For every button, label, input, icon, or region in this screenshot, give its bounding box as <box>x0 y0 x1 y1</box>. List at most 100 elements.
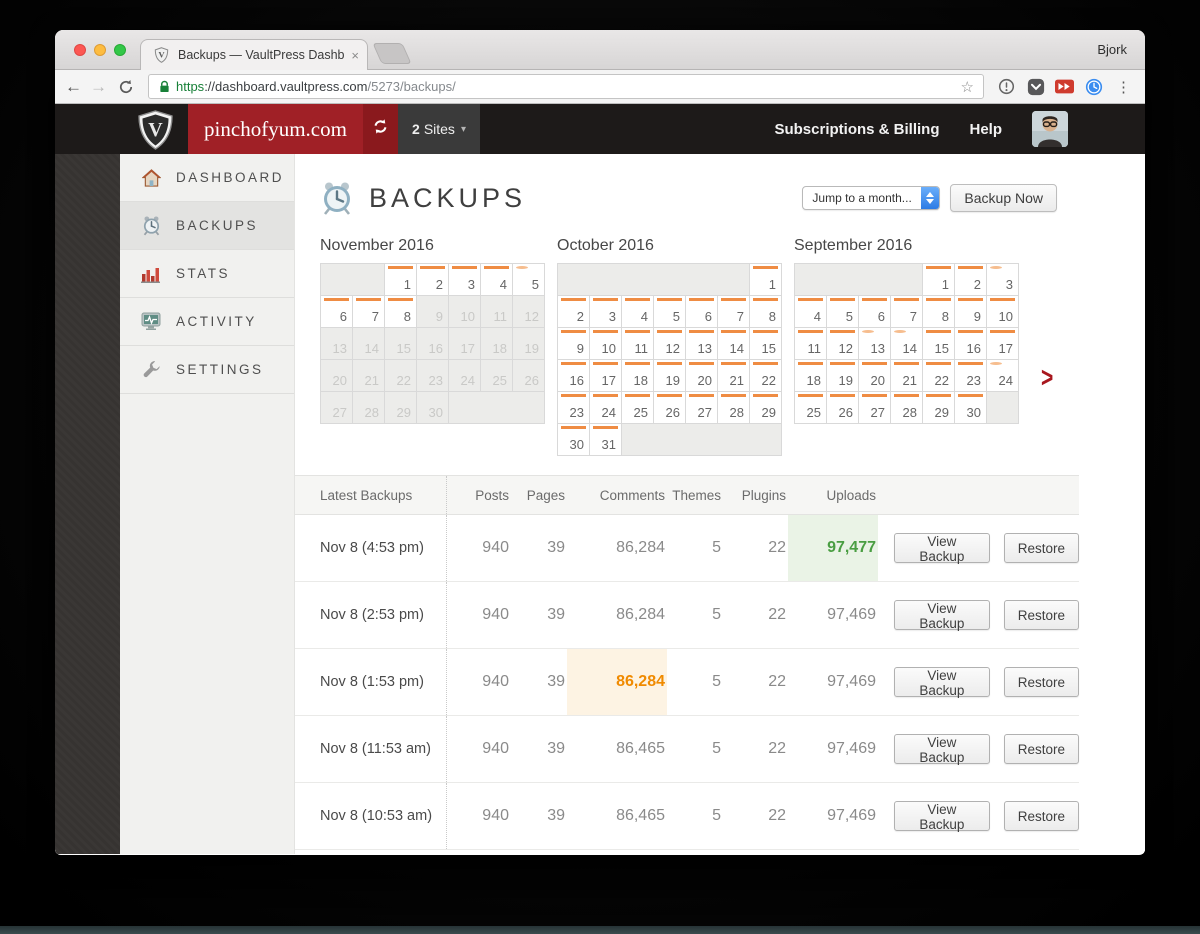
calendar-day-cell[interactable]: 29 <box>923 392 954 423</box>
overflow-menu-icon[interactable]: ⋮ <box>1112 78 1135 96</box>
calendar-day-cell[interactable]: 2 <box>417 264 448 295</box>
reload-icon[interactable] <box>115 76 136 97</box>
view-backup-button[interactable]: View Backup <box>894 667 990 698</box>
backup-now-button[interactable]: Backup Now <box>950 184 1057 212</box>
calendar-day-cell[interactable]: 8 <box>750 296 781 327</box>
calendar-day-cell[interactable]: 15 <box>750 328 781 359</box>
browser-tab[interactable]: V Backups — VaultPress Dashbo × <box>140 39 368 70</box>
calendar-day-cell[interactable]: 13 <box>859 328 890 359</box>
calendar-day-cell[interactable]: 22 <box>750 360 781 391</box>
calendar-day-cell[interactable]: 3 <box>987 264 1018 295</box>
calendar-day-cell[interactable]: 19 <box>654 360 685 391</box>
month-select[interactable]: Jump to a month... <box>802 186 941 210</box>
bookmark-star-icon[interactable]: ☆ <box>961 78 974 96</box>
current-site-button[interactable]: pinchofyum.com <box>188 104 363 154</box>
address-bar[interactable]: https://dashboard.vaultpress.com/5273/ba… <box>148 74 984 99</box>
info-badge-icon[interactable] <box>996 76 1017 97</box>
zoom-window-button[interactable] <box>114 44 126 56</box>
calendar-next-arrow[interactable]: > <box>1041 362 1053 394</box>
calendar-day-cell[interactable]: 29 <box>750 392 781 423</box>
calendar-day-cell[interactable]: 2 <box>955 264 986 295</box>
back-arrow-icon[interactable]: ← <box>65 78 82 95</box>
minimize-window-button[interactable] <box>94 44 106 56</box>
calendar-day-cell[interactable]: 27 <box>686 392 717 423</box>
sites-dropdown[interactable]: 2 Sites ▾ <box>398 104 480 154</box>
close-window-button[interactable] <box>74 44 86 56</box>
restore-button[interactable]: Restore <box>1003 667 1079 697</box>
calendar-day-cell[interactable]: 21 <box>718 360 749 391</box>
calendar-day-cell[interactable]: 26 <box>827 392 858 423</box>
calendar-day-cell[interactable]: 23 <box>558 392 589 423</box>
calendar-day-cell[interactable]: 18 <box>622 360 653 391</box>
calendar-day-cell[interactable]: 30 <box>955 392 986 423</box>
calendar-day-cell[interactable]: 31 <box>590 424 621 455</box>
view-backup-button[interactable]: View Backup <box>894 734 990 765</box>
sidebar-item-activity[interactable]: ACTIVITY <box>120 298 294 346</box>
view-backup-button[interactable]: View Backup <box>894 600 990 631</box>
sidebar-item-dashboard[interactable]: DASHBOARD <box>120 154 294 202</box>
sidebar-item-settings[interactable]: SETTINGS <box>120 346 294 394</box>
calendar-day-cell[interactable]: 26 <box>654 392 685 423</box>
calendar-day-cell[interactable]: 1 <box>923 264 954 295</box>
calendar-day-cell[interactable]: 28 <box>891 392 922 423</box>
calendar-day-cell[interactable]: 24 <box>590 392 621 423</box>
calendar-day-cell[interactable]: 9 <box>955 296 986 327</box>
calendar-day-cell[interactable]: 4 <box>622 296 653 327</box>
calendar-day-cell[interactable]: 14 <box>718 328 749 359</box>
calendar-day-cell[interactable]: 5 <box>654 296 685 327</box>
calendar-day-cell[interactable]: 4 <box>481 264 512 295</box>
view-backup-button[interactable]: View Backup <box>894 533 990 564</box>
calendar-day-cell[interactable]: 16 <box>558 360 589 391</box>
calendar-day-cell[interactable]: 10 <box>590 328 621 359</box>
calendar-day-cell[interactable]: 8 <box>923 296 954 327</box>
vaultpress-logo-icon[interactable]: V <box>137 110 174 150</box>
calendar-day-cell[interactable]: 7 <box>353 296 384 327</box>
calendar-day-cell[interactable]: 21 <box>891 360 922 391</box>
calendar-day-cell[interactable]: 8 <box>385 296 416 327</box>
calendar-day-cell[interactable]: 6 <box>321 296 352 327</box>
calendar-day-cell[interactable]: 7 <box>891 296 922 327</box>
user-avatar[interactable] <box>1032 111 1068 147</box>
calendar-day-cell[interactable]: 1 <box>750 264 781 295</box>
calendar-day-cell[interactable]: 30 <box>558 424 589 455</box>
calendar-day-cell[interactable]: 22 <box>923 360 954 391</box>
calendar-day-cell[interactable]: 5 <box>513 264 544 295</box>
calendar-day-cell[interactable]: 19 <box>827 360 858 391</box>
calendar-day-cell[interactable]: 24 <box>987 360 1018 391</box>
calendar-day-cell[interactable]: 6 <box>686 296 717 327</box>
history-clock-icon[interactable] <box>1083 76 1104 97</box>
tab-close-icon[interactable]: × <box>351 48 359 63</box>
calendar-day-cell[interactable]: 1 <box>385 264 416 295</box>
restore-button[interactable]: Restore <box>1003 600 1079 630</box>
subscriptions-billing-link[interactable]: Subscriptions & Billing <box>774 121 939 138</box>
calendar-day-cell[interactable]: 17 <box>987 328 1018 359</box>
calendar-day-cell[interactable]: 9 <box>558 328 589 359</box>
browser-profile-name[interactable]: Bjork <box>1097 42 1127 57</box>
calendar-day-cell[interactable]: 3 <box>590 296 621 327</box>
calendar-day-cell[interactable]: 18 <box>795 360 826 391</box>
calendar-day-cell[interactable]: 15 <box>923 328 954 359</box>
help-link[interactable]: Help <box>969 121 1002 138</box>
calendar-day-cell[interactable]: 25 <box>622 392 653 423</box>
calendar-day-cell[interactable]: 6 <box>859 296 890 327</box>
calendar-day-cell[interactable]: 7 <box>718 296 749 327</box>
calendar-day-cell[interactable]: 27 <box>859 392 890 423</box>
restore-button[interactable]: Restore <box>1003 801 1079 831</box>
calendar-day-cell[interactable]: 14 <box>891 328 922 359</box>
calendar-day-cell[interactable]: 23 <box>955 360 986 391</box>
calendar-day-cell[interactable]: 12 <box>654 328 685 359</box>
calendar-day-cell[interactable]: 2 <box>558 296 589 327</box>
calendar-day-cell[interactable]: 11 <box>795 328 826 359</box>
calendar-day-cell[interactable]: 4 <box>795 296 826 327</box>
calendar-day-cell[interactable]: 25 <box>795 392 826 423</box>
calendar-day-cell[interactable]: 12 <box>827 328 858 359</box>
calendar-day-cell[interactable]: 3 <box>449 264 480 295</box>
calendar-day-cell[interactable]: 5 <box>827 296 858 327</box>
calendar-day-cell[interactable]: 10 <box>987 296 1018 327</box>
pocket-icon[interactable] <box>1025 76 1046 97</box>
site-refresh-button[interactable] <box>363 104 398 154</box>
media-speed-icon[interactable] <box>1054 76 1075 97</box>
restore-button[interactable]: Restore <box>1003 734 1079 764</box>
calendar-day-cell[interactable]: 20 <box>686 360 717 391</box>
calendar-day-cell[interactable]: 17 <box>590 360 621 391</box>
